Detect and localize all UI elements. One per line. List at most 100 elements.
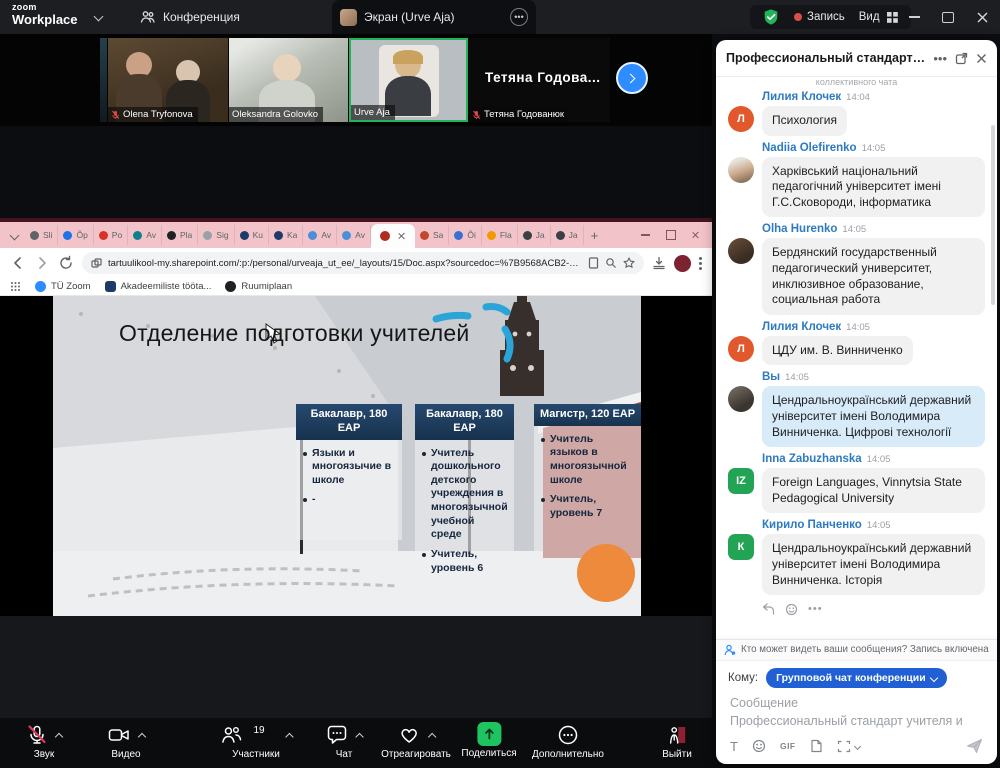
- emoji-icon[interactable]: [752, 739, 766, 753]
- maximize-icon[interactable]: [666, 230, 676, 240]
- react-button[interactable]: Отреагировать: [381, 722, 451, 760]
- pop-out-icon[interactable]: [955, 52, 968, 65]
- format-text-icon[interactable]: [730, 739, 738, 754]
- tab-search-chevron-icon[interactable]: [10, 230, 20, 240]
- browser-tab[interactable]: Sig: [198, 225, 234, 245]
- chat-bubble-icon: [326, 724, 349, 746]
- avatar: Л: [728, 336, 754, 362]
- minimize-button[interactable]: [897, 0, 931, 34]
- video-button[interactable]: Видео: [107, 722, 145, 760]
- tab-favicon: [454, 231, 463, 240]
- reading-mode-icon[interactable]: [588, 257, 599, 269]
- close-tab-icon[interactable]: [398, 232, 406, 240]
- chat-panel: Профессиональный стандарт учител... ••• …: [716, 40, 997, 764]
- avatar: К: [728, 534, 754, 560]
- leave-button[interactable]: Выйти: [662, 722, 692, 760]
- view-button[interactable]: Вид: [859, 11, 899, 24]
- close-button[interactable]: [965, 0, 999, 34]
- recording-indicator[interactable]: Запись: [794, 11, 845, 23]
- more-actions-icon[interactable]: •••: [808, 603, 823, 615]
- apps-grid-icon[interactable]: [10, 281, 21, 292]
- video-tile[interactable]: Olena Tryfonova: [108, 38, 228, 122]
- muted-mic-icon: [472, 110, 481, 120]
- close-icon[interactable]: [692, 231, 700, 239]
- privacy-note[interactable]: Кто может видеть ваши сообщения? Запись …: [716, 639, 997, 661]
- browser-menu-icon[interactable]: [699, 257, 702, 270]
- screenshot-tool[interactable]: [837, 740, 860, 753]
- tab-meeting[interactable]: Конференция: [130, 0, 250, 34]
- send-icon[interactable]: [966, 738, 983, 754]
- tab-screen-share[interactable]: Экран (Urve Aja) •••: [332, 0, 536, 34]
- minimize-icon[interactable]: [641, 234, 650, 235]
- browser-tab[interactable]: Ka: [269, 225, 303, 245]
- message-input[interactable]: Сообщение Профессиональный стандарт учит…: [716, 690, 997, 730]
- browser-tab-active[interactable]: [371, 224, 415, 248]
- bookmark-item[interactable]: Akadeemiliste tööta...: [105, 281, 212, 292]
- browser-tab[interactable]: Ja: [518, 225, 551, 245]
- new-tab-icon[interactable]: +: [584, 228, 606, 243]
- audio-button[interactable]: Звук: [26, 722, 62, 760]
- reload-icon[interactable]: [58, 255, 74, 271]
- video-tile-active-speaker[interactable]: Urve Aja: [349, 38, 468, 122]
- chevron-down-icon[interactable]: [94, 12, 104, 22]
- video-options-chevron[interactable]: [138, 732, 146, 740]
- chat-message: Лилия Клочек14:04 Л Психология: [728, 91, 985, 136]
- visibility-person-icon: [724, 644, 736, 656]
- chat-more-icon[interactable]: •••: [933, 51, 947, 66]
- downloads-icon[interactable]: [652, 256, 666, 270]
- audio-options-chevron[interactable]: [55, 732, 63, 740]
- browser-tab-bar: SliÕpPoAvPlaSigKuKaAvAv SaÕiFlaJaJa +: [0, 222, 712, 248]
- gif-icon[interactable]: GIF: [780, 741, 796, 751]
- message-actions: •••: [762, 601, 985, 617]
- participants-options-chevron[interactable]: [285, 732, 293, 740]
- browser-tab[interactable]: Õp: [58, 225, 93, 245]
- browser-tab[interactable]: Sli: [25, 225, 58, 245]
- url-field[interactable]: tartuulikool-my.sharepoint.com/:p:/perso…: [82, 252, 644, 274]
- chat-message-list[interactable]: коллективного чата Лилия Клочек14:04 Л П…: [716, 77, 997, 639]
- browser-tab[interactable]: Sa: [415, 225, 449, 245]
- chat-button[interactable]: Чат: [326, 722, 363, 760]
- bookmark-star-icon[interactable]: [623, 257, 635, 269]
- browser-tab[interactable]: Pla: [162, 225, 198, 245]
- security-shield-icon[interactable]: [762, 8, 780, 26]
- bookmark-item[interactable]: TÜ Zoom: [35, 281, 91, 292]
- browser-tab[interactable]: Fla: [482, 225, 518, 245]
- back-icon[interactable]: [10, 255, 26, 271]
- tab-label: Õp: [76, 230, 87, 240]
- video-tile[interactable]: Тетяна Годова... Тетяна Годованюк: [469, 38, 610, 122]
- chat-message: Olha Hurenko14:05 Бердянский государстве…: [728, 223, 985, 314]
- next-participants-button[interactable]: [616, 62, 648, 94]
- maximize-button[interactable]: [931, 0, 965, 34]
- browser-tab[interactable]: Po: [94, 225, 128, 245]
- more-button[interactable]: Дополнительно: [532, 722, 604, 760]
- avatar: IZ: [728, 468, 754, 494]
- emoji-react-icon[interactable]: [785, 603, 798, 616]
- tab-favicon: [63, 231, 72, 240]
- participants-button[interactable]: 19 Участники: [219, 722, 292, 760]
- video-tile[interactable]: Oleksandra Golovko: [229, 38, 348, 122]
- browser-tab[interactable]: Ku: [235, 225, 269, 245]
- browser-tab[interactable]: Av: [337, 225, 371, 245]
- react-options-chevron[interactable]: [428, 732, 436, 740]
- browser-tab[interactable]: Av: [303, 225, 337, 245]
- slide-column: Бакалавр, 180 EAP Учитель дошкольного де…: [415, 404, 514, 602]
- profile-avatar[interactable]: [674, 255, 691, 272]
- tab-options-icon[interactable]: •••: [510, 8, 528, 26]
- tab-label: Sa: [433, 230, 443, 240]
- reply-icon[interactable]: [762, 603, 775, 615]
- search-icon[interactable]: [605, 257, 617, 269]
- close-chat-icon[interactable]: [976, 53, 987, 64]
- scrollbar[interactable]: [991, 125, 995, 305]
- muted-mic-icon: [111, 110, 120, 120]
- browser-tab[interactable]: Ja: [551, 225, 584, 245]
- bookmark-item[interactable]: Ruumiplaan: [225, 281, 292, 292]
- chat-options-chevron[interactable]: [355, 732, 363, 740]
- recipient-selector[interactable]: Групповой чат конференции: [766, 668, 947, 688]
- browser-tab[interactable]: Õi: [449, 225, 482, 245]
- forward-icon[interactable]: [34, 255, 50, 271]
- attach-file-icon[interactable]: [810, 739, 823, 753]
- presentation-slide: Отделение подготовки учителей Бакалавр, …: [53, 296, 641, 616]
- leave-door-icon: [666, 724, 688, 746]
- browser-tab[interactable]: Av: [128, 225, 162, 245]
- share-screen-button[interactable]: Поделиться: [461, 721, 516, 759]
